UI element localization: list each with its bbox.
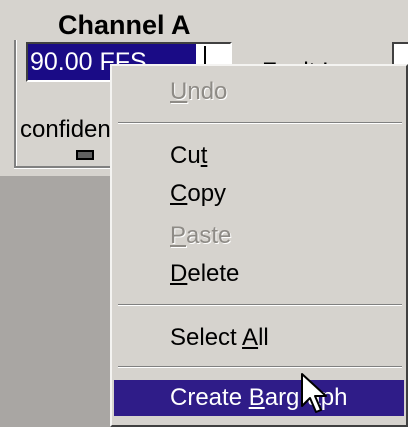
channel-title: Channel A xyxy=(58,10,191,40)
menu-item-select-all[interactable]: Select All xyxy=(114,320,404,356)
menu-separator-highlight xyxy=(118,305,402,306)
panel-border-highlight xyxy=(16,40,17,166)
menu-separator-highlight xyxy=(118,367,402,368)
menu-item-cut[interactable]: Cut xyxy=(114,138,404,174)
menu-item-create-bargraph[interactable]: Create Bargraph xyxy=(114,380,404,416)
menu-item-undo[interactable]: Undo xyxy=(114,74,404,110)
menu-item-delete[interactable]: Delete xyxy=(114,256,404,292)
menu-item-paste[interactable]: Paste xyxy=(114,218,404,254)
menu-separator-highlight xyxy=(118,123,402,124)
confidence-indicator-icon xyxy=(76,150,94,160)
mouse-pointer-icon xyxy=(301,373,327,413)
menu-item-copy[interactable]: Copy xyxy=(114,176,404,212)
context-menu: Undo Cut Copy Paste Delete Select All Cr… xyxy=(110,64,408,427)
